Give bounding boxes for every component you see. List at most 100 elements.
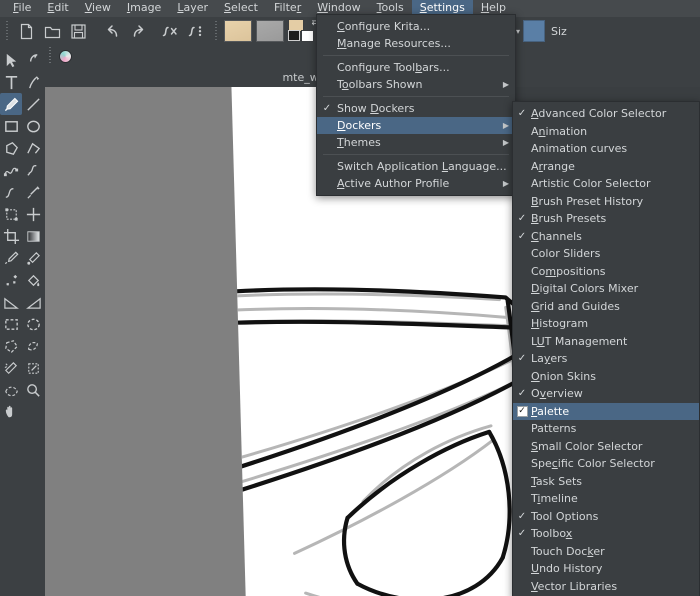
document-tab[interactable] — [53, 45, 80, 67]
menubar-item-view[interactable]: View — [77, 0, 119, 17]
edit-shapes-tool[interactable] — [22, 49, 44, 71]
ellipse-tool[interactable] — [22, 115, 44, 137]
freehand-path-tool[interactable] — [22, 159, 44, 181]
line-tool[interactable] — [22, 93, 44, 115]
dockers-menu-item-patterns[interactable]: Patterns — [513, 420, 699, 438]
pattern-swatch[interactable] — [256, 20, 284, 42]
dynamic-brush-tool[interactable] — [0, 181, 22, 203]
dockers-menu-item-layers[interactable]: ✓ Layers — [513, 350, 699, 368]
dockers-menu-item-animation-curves[interactable]: Animation curves — [513, 140, 699, 158]
menubar-item-image[interactable]: Image — [119, 0, 169, 17]
dockers-menu-item-timeline[interactable]: Timeline — [513, 490, 699, 508]
settings-menu-item-configure-toolbars[interactable]: Configure Toolbars... — [317, 59, 515, 76]
rectangular-selection-tool[interactable] — [0, 313, 22, 335]
settings-menu-item-dockers[interactable]: Dockers ▶ — [317, 117, 515, 134]
fill-tool[interactable] — [22, 269, 44, 291]
gradient-swatch[interactable] — [224, 20, 252, 42]
crop-tool[interactable] — [0, 225, 22, 247]
polyline-tool[interactable] — [22, 137, 44, 159]
dockers-menu-item-task-sets[interactable]: Task Sets — [513, 473, 699, 491]
colorize-mask-tool[interactable] — [22, 247, 44, 269]
background-color-chip[interactable] — [301, 30, 314, 42]
dockers-menu-item-arrange[interactable]: Arrange — [513, 158, 699, 176]
settings-menu-item-active-author-profile[interactable]: Active Author Profile ▶ — [317, 175, 515, 192]
dockers-menu-item-onion-skins[interactable]: Onion Skins — [513, 368, 699, 386]
multibrush-tool[interactable] — [22, 181, 44, 203]
text-tool[interactable] — [0, 71, 22, 93]
smart-patch-tool[interactable] — [0, 269, 22, 291]
reference-images-tool[interactable] — [22, 291, 44, 313]
dockers-menu-item-vector-libraries[interactable]: Vector Libraries — [513, 578, 699, 596]
dockers-menu-item-touch-docker[interactable]: Touch Docker — [513, 543, 699, 561]
settings-menu-item-toolbars-shown[interactable]: Toolbars Shown ▶ — [317, 76, 515, 93]
dockers-menu-item-lut-management[interactable]: LUT Management — [513, 333, 699, 351]
dockers-menu-item-animation[interactable]: Animation — [513, 123, 699, 141]
settings-menu-item-show-dockers[interactable]: ✓ Show Dockers — [317, 100, 515, 117]
toolbar-grip-2[interactable] — [212, 21, 219, 41]
dockers-menu-item-digital-colors-mixer[interactable]: Digital Colors Mixer — [513, 280, 699, 298]
opacity-dropdown-icon[interactable]: ▾ — [516, 27, 520, 36]
undo-icon[interactable] — [100, 19, 124, 43]
zoom-tool[interactable] — [22, 379, 44, 401]
dockers-menu-item-specific-color-selector[interactable]: Specific Color Selector — [513, 455, 699, 473]
transform-tool[interactable] — [0, 203, 22, 225]
select-shapes-tool[interactable] — [0, 49, 22, 71]
toolbar-grip[interactable] — [3, 21, 10, 41]
dockers-menu-item-brush-preset-history[interactable]: Brush Preset History — [513, 193, 699, 211]
menu-item-label: Manage Resources... — [337, 37, 451, 50]
dockers-menu-item-advanced-color-selector[interactable]: ✓ Advanced Color Selector — [513, 105, 699, 123]
measure-tool[interactable] — [0, 291, 22, 313]
clear-selection-icon[interactable] — [158, 19, 182, 43]
dockers-menu-item-histogram[interactable]: Histogram — [513, 315, 699, 333]
dockers-menu-item-channels[interactable]: ✓ Channels — [513, 228, 699, 246]
calligraphy-tool[interactable] — [22, 71, 44, 93]
bezier-selection-tool[interactable] — [0, 379, 22, 401]
settings-menu-item-configure-krita[interactable]: Configure Krita... — [317, 18, 515, 35]
check-icon: ✓ — [517, 510, 527, 522]
submenu-arrow-icon: ▶ — [502, 179, 509, 188]
gradient-tool[interactable] — [22, 225, 44, 247]
size-slider[interactable] — [523, 20, 546, 42]
freehand-selection-tool[interactable] — [22, 335, 44, 357]
menubar-item-file[interactable]: File — [5, 0, 39, 17]
save-document-icon[interactable] — [66, 19, 90, 43]
move-tool[interactable] — [22, 203, 44, 225]
contiguous-selection-tool[interactable] — [0, 357, 22, 379]
dockers-menu-item-small-color-selector[interactable]: Small Color Selector — [513, 438, 699, 456]
settings-menu-item-manage-resources[interactable]: Manage Resources... — [317, 35, 515, 52]
foreground-background-color-selector[interactable]: ⇄ — [288, 18, 319, 43]
menubar-item-layer[interactable]: Layer — [169, 0, 216, 17]
krita-document-icon — [59, 49, 72, 63]
dockers-menu-item-grid-and-guides[interactable]: Grid and Guides — [513, 298, 699, 316]
settings-menu-item-themes[interactable]: Themes ▶ — [317, 134, 515, 151]
edit-selection-icon[interactable] — [184, 19, 208, 43]
menubar-item-edit[interactable]: Edit — [39, 0, 76, 17]
open-document-icon[interactable] — [40, 19, 64, 43]
freehand-brush-tool[interactable] — [0, 93, 22, 115]
rectangle-tool[interactable] — [0, 115, 22, 137]
pan-tool[interactable] — [0, 401, 22, 423]
elliptical-selection-tool[interactable] — [22, 313, 44, 335]
check-icon: ✓ — [517, 528, 527, 540]
menubar-item-select[interactable]: Select — [216, 0, 266, 17]
menubar-item-filter[interactable]: Filter — [266, 0, 309, 17]
color-picker-tool[interactable] — [0, 247, 22, 269]
polygonal-selection-tool[interactable] — [0, 335, 22, 357]
settings-menu-item-switch-application-language[interactable]: Switch Application Language... — [317, 158, 515, 175]
polygon-tool[interactable] — [0, 137, 22, 159]
foreground-color-chip[interactable] — [288, 30, 300, 41]
dockers-menu-item-palette[interactable]: ✓ Palette — [513, 402, 699, 420]
redo-icon[interactable] — [126, 19, 150, 43]
dockers-menu-item-color-sliders[interactable]: Color Sliders — [513, 245, 699, 263]
dockers-menu-item-tool-options[interactable]: ✓ Tool Options — [513, 508, 699, 526]
bezier-curve-tool[interactable] — [0, 159, 22, 181]
dockers-menu-item-compositions[interactable]: Compositions — [513, 263, 699, 281]
dockers-menu-item-toolbox[interactable]: ✓ Toolbox — [513, 525, 699, 543]
dockers-menu-item-undo-history[interactable]: Undo History — [513, 560, 699, 578]
new-document-icon[interactable] — [14, 19, 38, 43]
similar-color-selection-tool[interactable] — [22, 357, 44, 379]
dockers-menu-item-artistic-color-selector[interactable]: Artistic Color Selector — [513, 175, 699, 193]
dockers-menu-item-brush-presets[interactable]: ✓ Brush Presets — [513, 210, 699, 228]
dockers-menu-item-overview[interactable]: ✓ Overview — [513, 385, 699, 403]
settings-dropdown-menu: Configure Krita... Manage Resources... Con… — [316, 14, 516, 196]
